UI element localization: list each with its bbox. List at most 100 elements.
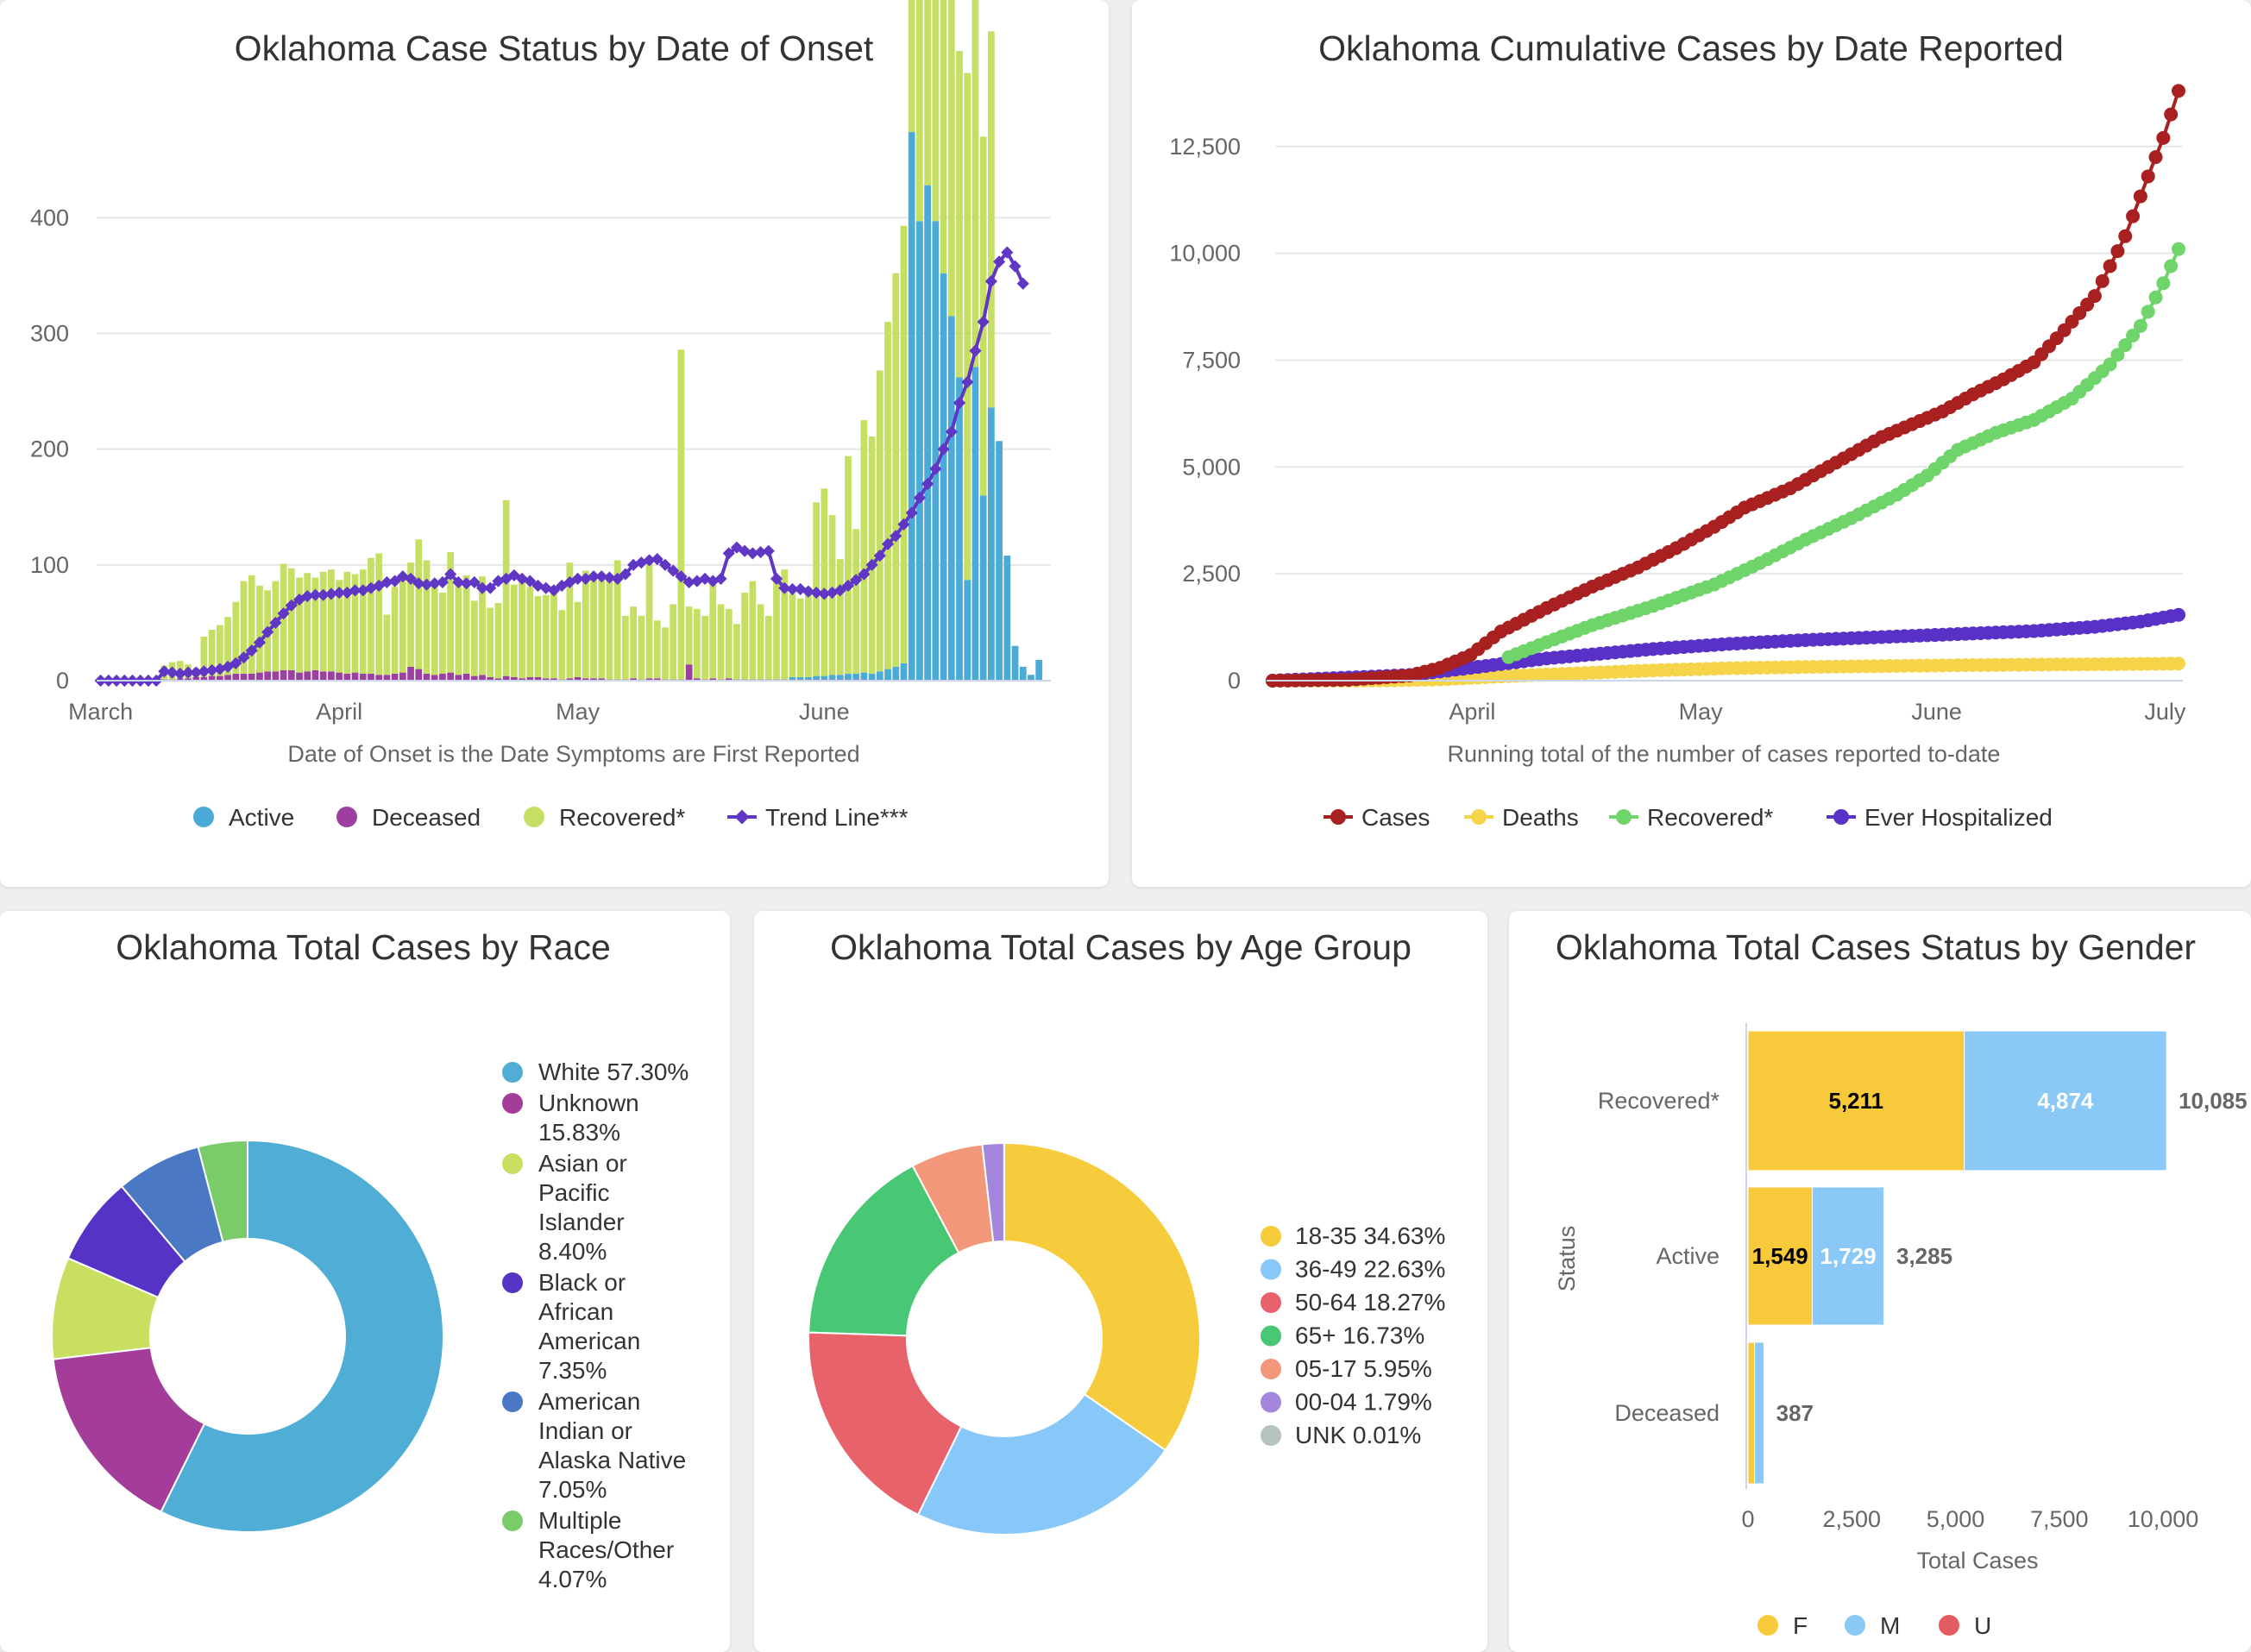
onset-bar-deceased: [415, 669, 423, 681]
onset-bar-active: [1019, 666, 1027, 681]
onset-bar-active: [805, 676, 812, 680]
cumulative-legend-label: Recovered*: [1647, 804, 1773, 831]
onset-legend: Active Deceased Recovered* Trend Line***: [193, 804, 909, 831]
race-legend-label-line: Races/Other: [538, 1536, 674, 1563]
onset-bar-recovered: [502, 499, 510, 676]
onset-bar-active: [892, 666, 900, 681]
cumulative-point-cases: [2110, 244, 2125, 259]
onset-chart: Oklahoma Case Status by Date of Onset 0 1…: [30, 0, 1051, 831]
onset-bar-deceased: [407, 666, 414, 681]
onset-bar-deceased: [280, 669, 287, 681]
onset-bar-active: [884, 669, 891, 681]
onset-bar-deceased: [383, 675, 391, 681]
gender-bar-data-label: 1,729: [1820, 1243, 1877, 1269]
onset-bar-recovered: [256, 585, 263, 673]
onset-x-tick-label: March: [68, 699, 133, 725]
onset-bar-deceased: [287, 669, 295, 681]
onset-bar-recovered: [248, 575, 255, 674]
onset-bar-recovered: [383, 614, 391, 675]
cumulative-y-tick-label: 10,000: [1169, 241, 1241, 267]
onset-bar-recovered: [701, 615, 708, 680]
onset-bar-active: [789, 676, 796, 680]
onset-bar-deceased: [423, 673, 431, 681]
race-legend-label: American Indian or Alaska Native 7.05%: [538, 1388, 686, 1503]
cumulative-point-recovered2: [2156, 276, 2171, 291]
onset-bar-recovered: [558, 610, 566, 680]
onset-bar-recovered: [709, 583, 717, 679]
onset-y-tick-label: 0: [56, 668, 69, 694]
onset-bar-recovered: [287, 568, 295, 670]
age-legend-label: 18-35 34.63%: [1295, 1222, 1445, 1249]
gender-x-tick-label: 2,500: [1822, 1506, 1881, 1532]
onset-bar-active: [796, 676, 804, 680]
race-legend-label-line: American: [538, 1328, 640, 1354]
onset-legend-marker: [336, 807, 357, 827]
gender-total-label: 3,285: [1896, 1243, 1952, 1269]
onset-bar-active: [900, 663, 908, 681]
gender-total-label: 387: [1776, 1400, 1814, 1426]
age-legend-marker: [1261, 1359, 1281, 1379]
gender-category-label: Recovered*: [1598, 1088, 1720, 1114]
onset-bar-recovered: [319, 571, 327, 672]
cumulative-point-cases: [2148, 150, 2163, 165]
age-legend-marker: [1261, 1391, 1281, 1413]
race-legend-marker: [502, 1093, 523, 1114]
race-legend-label-line: Islander: [538, 1209, 625, 1235]
onset-bar-active: [1028, 675, 1034, 681]
gender-legend-marker: [1939, 1615, 1959, 1636]
onset-bar-deceased: [311, 669, 319, 681]
onset-x-tick-label: June: [799, 699, 850, 725]
onset-bar-recovered: [916, 0, 923, 222]
cumulative-x-tick-label: April: [1449, 699, 1495, 725]
onset-bar-active: [860, 672, 868, 680]
cumulative-point-cases: [2156, 130, 2171, 145]
onset-bar-recovered: [645, 556, 653, 679]
cumulative-legend: Cases Deaths Recovered* Ever Hospitalized: [1324, 804, 2053, 831]
cumulative-line-cases: [1272, 90, 2180, 682]
onset-bar-active: [813, 675, 820, 680]
cumulative-point-recovered2: [2141, 305, 2155, 319]
age-chart-panel: Oklahoma Total Cases by Age Group 18-35 …: [754, 911, 1487, 1652]
onset-bar-recovered: [582, 570, 589, 679]
gender-bar-data-label: 4,874: [2037, 1088, 2094, 1114]
cumulative-point-recovered2: [2164, 259, 2179, 273]
onset-bar-recovered: [415, 539, 423, 669]
onset-bar-deceased: [240, 673, 248, 681]
onset-trend-point: [953, 396, 966, 410]
onset-bar-recovered: [638, 615, 645, 680]
race-legend-label: Black or African American 7.35%: [538, 1269, 640, 1384]
onset-y-tick-label: 100: [30, 552, 69, 578]
onset-legend-label: Trend Line***: [765, 804, 909, 831]
onset-legend-marker: [193, 807, 214, 827]
onset-bar-recovered: [670, 604, 677, 680]
onset-bar-recovered: [630, 606, 637, 679]
cumulative-y-tick-label: 2,500: [1182, 561, 1241, 587]
race-legend-label: Multiple Races/Other 4.07%: [538, 1507, 674, 1592]
onset-bar-recovered: [988, 31, 995, 408]
onset-bar-recovered: [733, 624, 740, 680]
onset-bar-recovered: [749, 581, 757, 680]
gender-legend: FMU: [1757, 1612, 1991, 1639]
race-legend-label-line: Alaska Native: [538, 1447, 686, 1473]
cumulative-y-tick-label: 7,500: [1182, 347, 1241, 373]
age-chart-title: Oklahoma Total Cases by Age Group: [830, 927, 1412, 967]
age-slice: [1003, 1141, 1201, 1452]
onset-bar-recovered: [423, 560, 431, 674]
onset-bar-deceased: [343, 673, 351, 681]
age-legend-label: 50-64 18.27%: [1295, 1289, 1445, 1316]
onset-bar-recovered: [764, 615, 772, 680]
race-legend-label-line: Unknown: [538, 1090, 639, 1116]
onset-bar-active: [852, 673, 860, 680]
onset-bar-recovered: [487, 607, 494, 677]
cumulative-point-cases: [2133, 189, 2147, 204]
onset-bar-recovered: [391, 587, 399, 674]
race-legend-label-line: White 57.30%: [538, 1058, 689, 1085]
onset-bar-deceased: [272, 671, 280, 681]
onset-bar-recovered: [796, 598, 804, 677]
onset-bar-deceased: [328, 671, 335, 681]
gender-chart-title: Oklahoma Total Cases Status by Gender: [1556, 927, 2196, 967]
cumulative-point-cases: [2172, 84, 2185, 98]
onset-x-axis-title: Date of Onset is the Date Symptoms are F…: [287, 741, 859, 767]
onset-bar-active: [947, 316, 955, 681]
race-legend-label-line: Pacific: [538, 1179, 609, 1206]
